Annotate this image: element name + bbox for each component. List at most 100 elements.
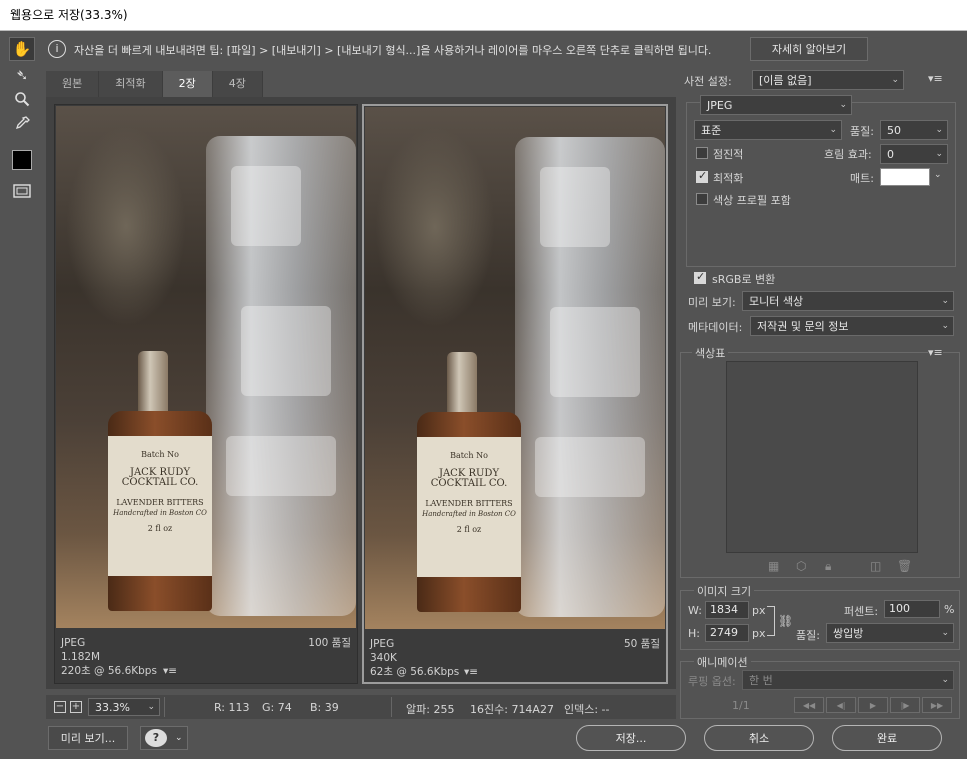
image-size-title: 이미지 크기	[694, 583, 755, 599]
matte-label: 매트:	[850, 172, 874, 185]
percent-input[interactable]: 100	[884, 600, 940, 618]
embed-profile-checkbox[interactable]	[696, 193, 708, 205]
toggle-slices-icon[interactable]	[9, 179, 35, 203]
preset-select[interactable]: [이름 없음] ⌄	[752, 70, 904, 90]
status-alpha: 알파: 255	[406, 703, 455, 716]
matte-swatch[interactable]	[880, 168, 930, 186]
embed-profile-label: 색상 프로필 포함	[713, 194, 791, 207]
optimized-label: 최적화	[713, 172, 744, 185]
color-table-swatches[interactable]	[726, 361, 918, 553]
chevron-down-icon[interactable]: ⌄	[934, 170, 942, 180]
status-hex: 16진수: 714A27	[470, 703, 554, 716]
next-frame-button[interactable]: |▶	[890, 697, 920, 713]
preview-mode-select[interactable]: 모니터 색상 ⌄	[742, 291, 954, 311]
tab-2-up[interactable]: 2장	[162, 71, 213, 97]
zoom-tool-icon[interactable]	[9, 87, 35, 111]
optimized-checkbox[interactable]	[696, 169, 708, 183]
hand-tool-icon[interactable]: ✋	[9, 37, 35, 61]
preview-pane-optimized[interactable]: Batch No JACK RUDY COCKTAIL CO. LAVENDER…	[362, 104, 668, 684]
info-icon: i	[48, 40, 66, 58]
eyedropper-color-swatch[interactable]	[9, 148, 35, 172]
pane-format: JPEG	[370, 638, 395, 650]
window-title: 웹용으로 저장(33.3%)	[0, 0, 967, 31]
progressive-checkbox[interactable]	[696, 147, 708, 159]
pane-speed-menu-icon[interactable]: ▾≡	[464, 666, 478, 678]
first-frame-button[interactable]: ◀◀	[794, 697, 824, 713]
height-label: H:	[688, 627, 700, 640]
preset-menu-icon[interactable]: ▾≡	[928, 72, 943, 85]
preset-label: 사전 설정:	[684, 75, 732, 88]
new-color-icon[interactable]: ◫	[870, 559, 881, 573]
resample-label: 품질:	[796, 629, 820, 642]
web-snap-icon[interactable]: ⬡	[796, 559, 806, 573]
metadata-label: 메타데이터:	[688, 321, 743, 334]
slice-select-tool-icon[interactable]: ➴	[9, 63, 35, 87]
metadata-select[interactable]: 저작권 및 문의 정보 ⌄	[750, 316, 954, 336]
trash-icon[interactable]: 🗑︎	[897, 559, 912, 573]
eyedropper-tool-icon[interactable]	[9, 112, 35, 136]
color-table-title: 색상표	[692, 345, 729, 361]
zoom-out-button[interactable]: −	[54, 701, 66, 713]
width-input[interactable]: 1834	[705, 601, 749, 619]
status-b: B: 39	[310, 701, 339, 714]
preview-image: Batch No JACK RUDY COCKTAIL CO. LAVENDER…	[365, 107, 665, 629]
last-frame-button[interactable]: ▶▶	[922, 697, 952, 713]
status-g: G: 74	[262, 701, 292, 714]
info-text: 자산을 더 빠르게 내보내려면 팁: [파일] > [내보내기] > [내보내기…	[74, 44, 712, 57]
done-button[interactable]: 완료	[832, 725, 942, 751]
tool-palette: ✋ ➴	[6, 35, 40, 205]
pane-speed-menu-icon[interactable]: ▾≡	[163, 665, 177, 677]
status-index: 인덱스: --	[564, 703, 610, 716]
info-bar: i 자산을 더 빠르게 내보내려면 팁: [파일] > [내보내기] > [내보…	[44, 36, 962, 64]
cancel-button[interactable]: 취소	[704, 725, 814, 751]
compression-select[interactable]: 표준 ⌄	[694, 120, 842, 140]
preview-pane-original[interactable]: Batch No JACK RUDY COCKTAIL CO. LAVENDER…	[54, 104, 358, 684]
preview-in-browser-button[interactable]: 미리 보기...	[48, 726, 128, 750]
preview-mode-label: 미리 보기:	[688, 296, 736, 309]
height-input[interactable]: 2749	[705, 624, 749, 642]
zoom-select[interactable]: 33.3% ⌄	[88, 698, 160, 716]
loop-select[interactable]: 한 번 ⌄	[742, 670, 954, 690]
loop-label: 루핑 옵션:	[688, 675, 736, 688]
learn-more-button[interactable]: 자세히 알아보기	[750, 37, 868, 61]
frame-counter: 1/1	[732, 699, 750, 712]
lock-icon[interactable]: 🔒︎	[825, 559, 831, 574]
chevron-down-icon: ⌄	[175, 733, 183, 743]
pane-filesize: 1.182M	[61, 651, 101, 663]
blur-label: 흐림 효과:	[824, 148, 872, 161]
save-button[interactable]: 저장...	[576, 725, 686, 751]
browser-select-button[interactable]: ? ⌄	[140, 726, 188, 750]
format-select[interactable]: JPEG ⌄	[700, 95, 852, 115]
tab-optimized[interactable]: 최적화	[99, 71, 163, 97]
pane-quality: 50 품질	[623, 638, 660, 650]
zoom-in-button[interactable]: +	[70, 701, 82, 713]
resample-select[interactable]: 쌍입방 ⌄	[826, 623, 954, 643]
play-button[interactable]: ▶	[858, 697, 888, 713]
view-tabs: 원본 최적화 2장 4장	[46, 71, 263, 97]
srgb-label: sRGB로 변환	[712, 273, 776, 286]
quality-input[interactable]: 50 ⌄	[880, 120, 948, 140]
link-icon[interactable]: ⛓︎	[778, 614, 793, 628]
blur-input[interactable]: 0 ⌄	[880, 144, 948, 164]
status-bar: − + 33.3% ⌄ R: 113 G: 74 B: 39 알파: 255 16…	[46, 695, 676, 719]
pane-download-time: 220초 @ 56.6Kbps	[61, 665, 157, 677]
progressive-label: 점진적	[713, 148, 744, 161]
pane-filesize: 340K	[370, 652, 397, 664]
bottle-label: Batch No JACK RUDY COCKTAIL CO. LAVENDER…	[108, 436, 212, 576]
browser-question-icon: ?	[145, 729, 167, 747]
constrain-bracket	[767, 606, 775, 636]
pane-quality: 100 품질	[308, 637, 351, 649]
height-unit: px	[752, 627, 766, 640]
preview-image: Batch No JACK RUDY COCKTAIL CO. LAVENDER…	[56, 106, 356, 628]
srgb-checkbox[interactable]	[694, 270, 706, 284]
prev-frame-button[interactable]: ◀|	[826, 697, 856, 713]
tab-4-up[interactable]: 4장	[212, 71, 263, 97]
pane-format: JPEG	[61, 637, 86, 649]
width-label: W:	[688, 604, 702, 617]
width-unit: px	[752, 604, 766, 617]
tab-original[interactable]: 원본	[46, 71, 100, 97]
color-table-menu-icon[interactable]: ▾≡	[928, 346, 943, 359]
map-transparent-icon[interactable]: ▦	[768, 559, 779, 573]
percent-label: 퍼센트:	[844, 605, 879, 618]
percent-unit: %	[944, 603, 955, 616]
